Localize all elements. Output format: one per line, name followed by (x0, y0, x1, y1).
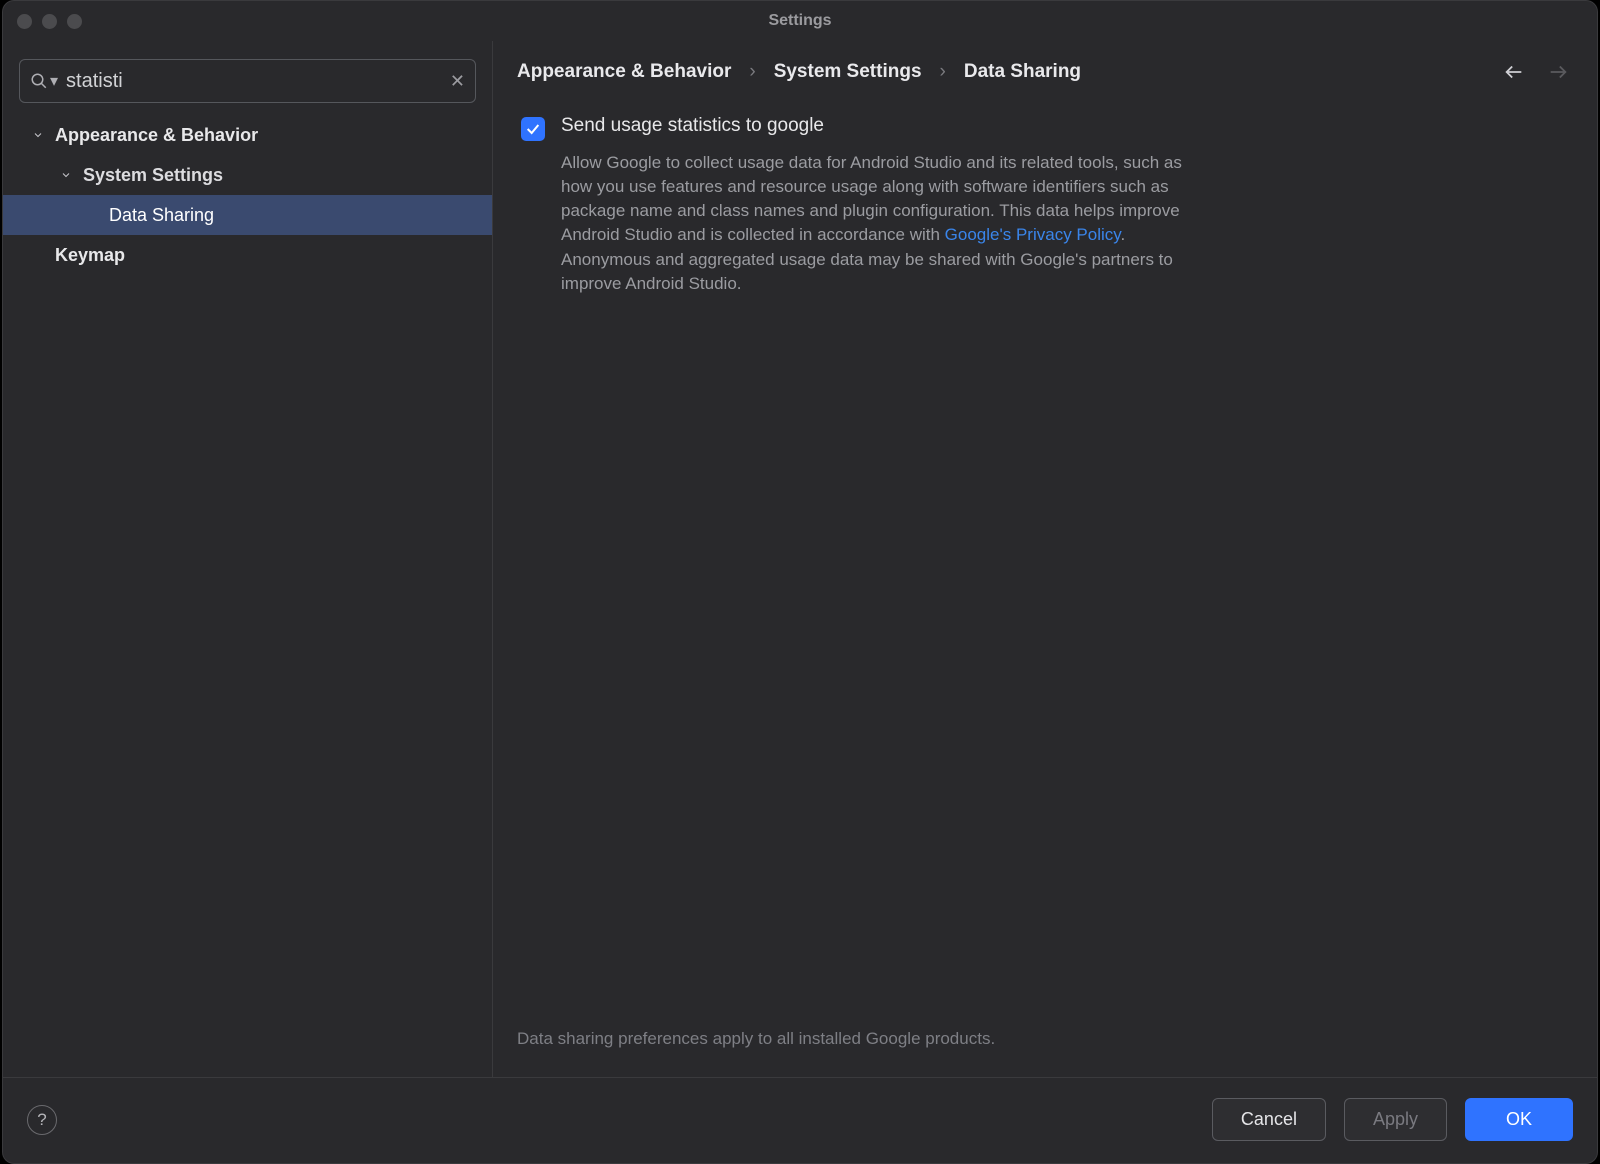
close-window-button[interactable] (17, 14, 32, 29)
breadcrumb-sep: › (749, 61, 755, 83)
breadcrumb-sep: › (940, 61, 946, 83)
check-icon (525, 121, 541, 137)
settings-window: Settings ▾ ✕ Appearance & Behavior S (2, 0, 1598, 1164)
search-icon (30, 72, 48, 90)
apply-button: Apply (1344, 1098, 1447, 1141)
titlebar: Settings (3, 1, 1597, 41)
send-usage-stats-checkbox[interactable] (521, 117, 545, 141)
content: ▾ ✕ Appearance & Behavior System Setting… (3, 41, 1597, 1077)
search-input[interactable] (66, 70, 450, 93)
privacy-policy-link[interactable]: Google's Privacy Policy (945, 225, 1121, 244)
zoom-window-button[interactable] (67, 14, 82, 29)
sidebar: ▾ ✕ Appearance & Behavior System Setting… (3, 41, 493, 1077)
breadcrumb-segment[interactable]: Appearance & Behavior (517, 61, 731, 83)
cancel-button[interactable]: Cancel (1212, 1098, 1326, 1141)
breadcrumb-row: Appearance & Behavior › System Settings … (517, 61, 1573, 83)
tree-appearance-behavior[interactable]: Appearance & Behavior (3, 115, 492, 155)
tree-keymap[interactable]: Keymap (3, 235, 492, 275)
setting-description: Allow Google to collect usage data for A… (561, 151, 1211, 296)
setting-label[interactable]: Send usage statistics to google (561, 115, 824, 137)
footer-note: Data sharing preferences apply to all in… (517, 1029, 1573, 1077)
ok-button[interactable]: OK (1465, 1098, 1573, 1141)
search-container: ▾ ✕ (3, 59, 492, 115)
search-field[interactable]: ▾ ✕ (19, 59, 476, 103)
forward-arrow-icon (1547, 61, 1569, 83)
minimize-window-button[interactable] (42, 14, 57, 29)
tree-system-settings[interactable]: System Settings (3, 155, 492, 195)
window-title: Settings (3, 12, 1597, 30)
nav-arrows (1503, 61, 1573, 83)
breadcrumb-segment[interactable]: System Settings (774, 61, 922, 83)
footer-buttons: Cancel Apply OK (1212, 1098, 1573, 1141)
window-controls (17, 14, 82, 29)
main-panel: Appearance & Behavior › System Settings … (493, 41, 1597, 1077)
tree-item-label: Appearance & Behavior (55, 125, 258, 146)
tree-item-label: System Settings (83, 165, 223, 186)
tree-item-label: Data Sharing (109, 205, 214, 226)
search-options-caret-icon[interactable]: ▾ (50, 71, 58, 91)
clear-search-icon[interactable]: ✕ (450, 71, 465, 92)
breadcrumb: Appearance & Behavior › System Settings … (517, 61, 1081, 83)
setting-row: Send usage statistics to google (517, 115, 1573, 141)
help-button[interactable]: ? (27, 1105, 57, 1135)
dialog-footer: ? Cancel Apply OK (3, 1077, 1597, 1163)
tree-item-label: Keymap (55, 245, 125, 266)
chevron-down-icon (59, 169, 73, 181)
chevron-down-icon (31, 129, 45, 141)
back-arrow-icon[interactable] (1503, 61, 1525, 83)
breadcrumb-segment[interactable]: Data Sharing (964, 61, 1081, 83)
settings-tree: Appearance & Behavior System Settings Da… (3, 115, 492, 1077)
tree-data-sharing[interactable]: Data Sharing (3, 195, 492, 235)
